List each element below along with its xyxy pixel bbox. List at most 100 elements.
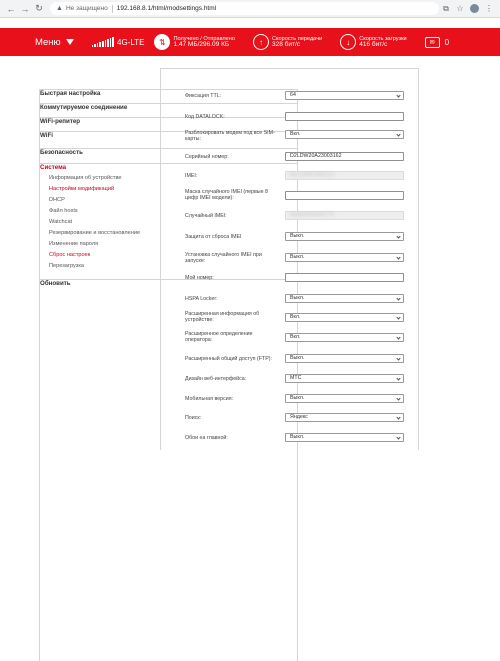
chevron-down-icon bbox=[396, 295, 401, 301]
profile-avatar[interactable] bbox=[470, 4, 479, 13]
envelope-icon[interactable]: ✉ bbox=[424, 36, 440, 48]
chevron-down-icon bbox=[396, 375, 401, 381]
sim-unlock-value: Вкл. bbox=[290, 131, 301, 137]
datalock-input[interactable] bbox=[285, 112, 404, 121]
imei-input[interactable]: 861234567890123 bbox=[285, 171, 404, 180]
mobile-version-value: Выкл. bbox=[290, 395, 305, 401]
address-bar[interactable]: ▲ Не защищено 192.168.8.1/html/modsettin… bbox=[50, 2, 439, 15]
ext-info-select[interactable]: Вкл. bbox=[285, 313, 404, 322]
sidebar-item-device-info[interactable]: Информация об устройстве bbox=[49, 175, 122, 181]
ttl-value: 64 bbox=[290, 92, 296, 98]
sidebar-item-watchcat[interactable]: Watchcat bbox=[49, 219, 72, 225]
chevron-down-icon bbox=[396, 314, 401, 320]
ftp-label: Расширенный общий доступ (FTP): bbox=[185, 356, 273, 362]
imei-mask-label: Маска случайного IMEI (первые 8 цифр IME… bbox=[185, 189, 268, 201]
random-imei-startup-select[interactable]: Выкл. bbox=[285, 253, 404, 262]
dropdown-triangle-icon[interactable] bbox=[65, 39, 74, 45]
mobile-version-select[interactable]: Выкл. bbox=[285, 394, 404, 403]
signal-strength-icon bbox=[91, 37, 115, 47]
chevron-down-icon bbox=[396, 254, 401, 260]
ttl-select[interactable]: 64 bbox=[285, 91, 404, 100]
messages-count[interactable]: 0 bbox=[445, 38, 449, 47]
my-number-input[interactable] bbox=[285, 273, 404, 282]
menu-button[interactable]: Меню bbox=[35, 37, 74, 48]
random-imei-label: Случайный IMEI: bbox=[185, 213, 227, 219]
chevron-down-icon bbox=[396, 334, 401, 340]
web-design-value: МТС bbox=[290, 375, 302, 381]
imei-protect-value: Выкл. bbox=[290, 233, 305, 239]
search-value: Яндекс bbox=[290, 414, 308, 420]
share-icon[interactable]: ⧉ bbox=[439, 4, 453, 14]
sidebar-item-backup[interactable]: Резервирование и восстановление bbox=[49, 230, 140, 236]
back-arrow-icon[interactable]: ← bbox=[4, 4, 18, 14]
not-secure-label[interactable]: Не защищено bbox=[66, 5, 108, 12]
address-separator bbox=[111, 4, 113, 13]
hspa-locker-value: Выкл. bbox=[290, 295, 305, 301]
serial-input[interactable]: D2LDW20A23003162 bbox=[285, 152, 404, 161]
wallpaper-value: Выкл. bbox=[290, 434, 305, 440]
traffic-stat: Получено / Отправлено 1.47 МБ/296.09 КБ bbox=[173, 36, 235, 49]
imei-mask-input[interactable] bbox=[285, 191, 404, 200]
ext-operator-label: Расширенное определение оператора: bbox=[185, 331, 253, 343]
imei-label: IMEI: bbox=[185, 173, 198, 179]
random-imei-startup-value: Выкл. bbox=[290, 254, 305, 260]
mobile-version-label: Мобильная версия: bbox=[185, 396, 234, 402]
hspa-locker-select[interactable]: Выкл. bbox=[285, 294, 404, 303]
web-design-label: Дизайн веб-интерфейса: bbox=[185, 376, 247, 382]
chevron-down-icon bbox=[396, 233, 401, 239]
my-number-label: Мой номер: bbox=[185, 275, 214, 281]
ftp-select[interactable]: Выкл. bbox=[285, 354, 404, 363]
sidebar: Быстрая настройка Коммутируемое соединен… bbox=[0, 56, 298, 661]
imei-protect-select[interactable]: Выкл. bbox=[285, 232, 404, 241]
network-type: 4G-LTE bbox=[117, 37, 145, 47]
random-imei-input[interactable]: 356840041845776 bbox=[285, 211, 404, 220]
wallpaper-label: Обои на главной: bbox=[185, 435, 228, 441]
status-bar: Меню 4G-LTE ⇅ Получено / Отправлено 1.47… bbox=[0, 28, 500, 56]
serial-value: D2LDW20A23003162 bbox=[290, 153, 342, 159]
ftp-value: Выкл. bbox=[290, 355, 305, 361]
download-stat: Скорость загрузки 416 бит/с bbox=[359, 36, 406, 49]
star-icon[interactable]: ☆ bbox=[453, 4, 467, 13]
random-imei-startup-label: Установка случайного IMEI при запуске: bbox=[185, 252, 262, 264]
url-text[interactable]: 192.168.8.1/html/modsettings.html bbox=[117, 5, 216, 12]
ext-info-value: Вкл. bbox=[290, 314, 301, 320]
forward-arrow-icon[interactable]: → bbox=[18, 4, 32, 14]
menu-label[interactable]: Меню bbox=[35, 37, 61, 48]
sim-unlock-select[interactable]: Вкл. bbox=[285, 130, 404, 139]
settings-panel: Фиксация TTL: 64 Код DATALOCK: Разблокир… bbox=[160, 68, 419, 450]
browser-toolbar: ← → ↻ ▲ Не защищено 192.168.8.1/html/mod… bbox=[0, 0, 500, 18]
chevron-down-icon bbox=[396, 355, 401, 361]
traffic-value: 1.47 МБ/296.09 КБ bbox=[173, 41, 230, 48]
sidebar-item-mod-settings[interactable]: Настройки модификаций bbox=[49, 186, 114, 192]
sim-unlock-label: Разблокировать модем под все SIM-карты: bbox=[185, 130, 275, 142]
web-design-select[interactable]: МТС bbox=[285, 374, 404, 383]
download-value: 416 бит/с bbox=[359, 41, 388, 48]
sidebar-item-hosts[interactable]: Файл hosts bbox=[49, 208, 78, 214]
ext-operator-value: Вкл. bbox=[290, 334, 301, 340]
sidebar-item-password[interactable]: Изменение пароля bbox=[49, 241, 98, 247]
imei-protect-label: Защита от сброса IMEI bbox=[185, 234, 242, 240]
ext-info-label: Расширенная информация об устройстве: bbox=[185, 311, 260, 323]
serial-label: Серийный номер: bbox=[185, 154, 229, 160]
ttl-label: Фиксация TTL: bbox=[185, 93, 222, 99]
ext-operator-select[interactable]: Вкл. bbox=[285, 333, 404, 342]
datalock-label: Код DATALOCK: bbox=[185, 114, 225, 120]
wallpaper-select[interactable]: Выкл. bbox=[285, 433, 404, 442]
random-imei-value: 356840041845776 bbox=[290, 212, 335, 218]
chevron-down-icon bbox=[396, 92, 401, 98]
kebab-menu-icon[interactable]: ⋮ bbox=[482, 4, 496, 13]
hspa-locker-label: HSPA Locker: bbox=[185, 296, 218, 302]
search-label: Поиск: bbox=[185, 415, 202, 421]
chevron-down-icon bbox=[396, 414, 401, 420]
chevron-down-icon bbox=[396, 434, 401, 440]
sidebar-item-dhcp[interactable]: DHCP bbox=[49, 197, 65, 203]
upload-stat: Скорость передачи 328 бит/с bbox=[272, 36, 322, 49]
warning-icon[interactable]: ▲ bbox=[56, 5, 63, 12]
traffic-icon: ⇅ bbox=[154, 34, 171, 50]
chevron-down-icon bbox=[396, 131, 401, 137]
reload-icon[interactable]: ↻ bbox=[32, 3, 46, 14]
sidebar-item-reset[interactable]: Сброс настроек bbox=[49, 252, 90, 258]
download-arrow-icon: ↓ bbox=[340, 34, 357, 50]
sidebar-item-reboot[interactable]: Перезагрузка bbox=[49, 263, 84, 269]
search-select[interactable]: Яндекс bbox=[285, 413, 404, 422]
